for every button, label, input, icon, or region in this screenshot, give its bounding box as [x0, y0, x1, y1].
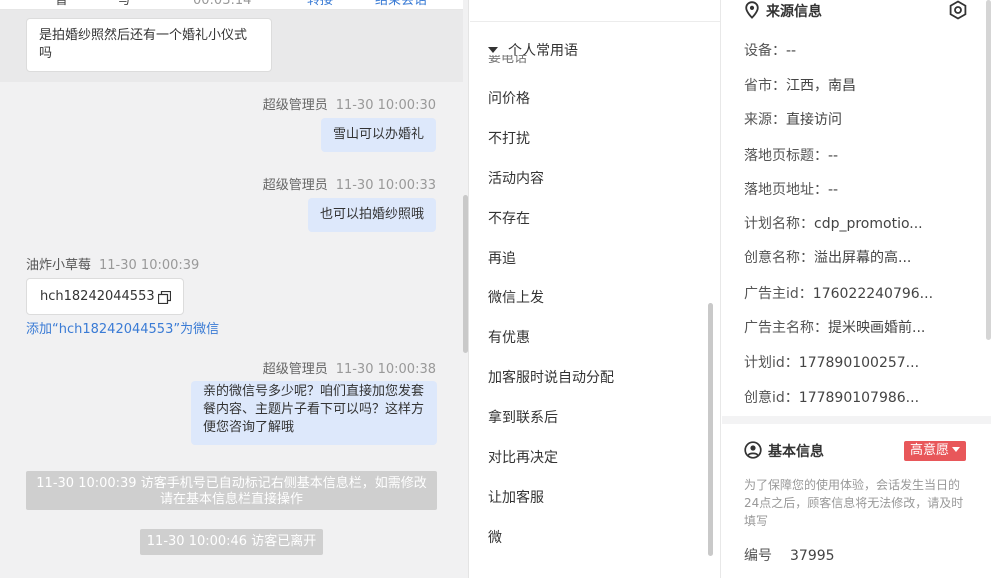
field-label: 落地页地址： [744, 182, 828, 198]
phrase-item[interactable]: 要电话 [488, 55, 527, 65]
field-value: 37995 [790, 548, 835, 564]
toolbar-item[interactable]: 写 [118, 0, 131, 8]
field-label: 广告主名称： [744, 320, 828, 336]
toolbar-item[interactable]: 冒 [55, 0, 68, 8]
source-info-header: 来源信息 [744, 1, 822, 21]
agent-message-bubble: 雪山可以办婚礼 [320, 118, 436, 152]
location-pin-icon [745, 1, 759, 19]
creative-id: 创意id：177890107986... [744, 387, 919, 407]
phrase-item[interactable]: 不打扰 [488, 129, 708, 169]
field-value: 直接访问 [786, 112, 842, 128]
field-value: cdp_promotio... [814, 216, 923, 232]
source-info-title: 来源信息 [766, 4, 822, 20]
phrase-item[interactable]: 不存在 [488, 209, 708, 249]
phrase-item[interactable]: 微 [488, 528, 708, 568]
phrase-list: 问价格 不打扰 活动内容 不存在 再追 微信上发 有优惠 加客服时说自动分配 拿… [488, 89, 708, 568]
copy-icon[interactable] [157, 291, 171, 304]
intent-level-dropdown[interactable]: 高意愿 [904, 441, 967, 461]
source-region: 省市：江西，南昌 [744, 75, 856, 95]
system-notice: 11-30 10:00:39 访客手机号已自动标记右侧基本信息栏，如需修改请在基… [26, 471, 437, 510]
advertiser-id: 广告主id：176022240796... [744, 283, 933, 303]
session-timer: 00:03:14 [193, 0, 252, 8]
sender-name: 超级管理员 [262, 98, 328, 113]
system-notice: 11-30 10:00:46 访客已离开 [140, 529, 323, 555]
advertiser-name: 广告主名称：提米映画婚前... [744, 317, 925, 337]
session-toolbar: 冒 写 00:03:14 转接 结束会话 [0, 0, 463, 10]
basic-info-title: 基本信息 [768, 444, 824, 460]
agent-message-bubble: 亲的微信号多少呢？咱们直接加您发套餐内容、主题片子看下可以吗？这样方便您咨询了解… [191, 381, 437, 445]
field-value: 177890107986... [798, 390, 920, 406]
message-time: 11-30 10:00:38 [335, 362, 436, 377]
caret-down-icon [488, 47, 498, 53]
field-value: -- [828, 182, 839, 198]
plan-id: 计划id：177890100257... [744, 352, 919, 372]
field-label: 省市： [744, 78, 786, 94]
field-value: -- [786, 43, 797, 59]
phrase-item[interactable]: 问价格 [488, 89, 708, 129]
phrase-item[interactable]: 对比再决定 [488, 448, 708, 488]
plan-name: 计划名称：cdp_promotio... [744, 213, 923, 233]
field-value: 177890100257... [798, 355, 920, 371]
edit-deadline-hint: 为了保障您的使用体验，会话发生当日的24点之后，顾客信息将无法修改，请及时填写 [744, 478, 964, 528]
field-label: 落地页标题： [744, 148, 828, 164]
landing-page-url: 落地页地址：-- [744, 179, 838, 199]
chat-panel: 冒 写 00:03:14 转接 结束会话 是拍婚纱照然后还有一个婚礼小仪式吗 超… [0, 0, 469, 578]
section-divider [722, 416, 991, 424]
field-label: 创意id： [744, 390, 799, 406]
add-wechat-link[interactable]: 添加“hch18242044553”为微信 [26, 318, 219, 337]
phrases-header [470, 0, 720, 22]
field-label: 计划名称： [744, 216, 814, 232]
message-meta: 超级管理员 11-30 10:00:30 [263, 94, 436, 113]
phrase-item-label: 要电话 [488, 55, 528, 65]
chat-scrollbar[interactable] [463, 195, 468, 353]
message-meta: 油炸小草莓 11-30 10:00:39 [26, 254, 199, 273]
field-value: 江西，南昌 [786, 78, 856, 94]
landing-page-title: 落地页标题：-- [744, 145, 838, 165]
phrase-item[interactable]: 有优惠 [488, 328, 708, 368]
message-time: 11-30 10:00:33 [335, 178, 436, 193]
user-circle-icon [744, 441, 762, 459]
phrases-panel: 个人常用语 要电话 问价格 不打扰 活动内容 不存在 再追 微信上发 有优惠 加… [470, 0, 721, 578]
message-time: 11-30 10:00:30 [335, 98, 436, 113]
message-meta: 超级管理员 11-30 10:00:33 [263, 174, 436, 193]
info-scrollbar[interactable] [986, 0, 991, 340]
phrase-item[interactable]: 拿到联系后 [488, 408, 708, 448]
source-device: 设备：-- [744, 40, 796, 60]
field-label: 广告主id： [744, 286, 813, 302]
visitor-number: 编号 37995 [744, 545, 835, 565]
phrases-scrollbar[interactable] [708, 303, 713, 556]
phrase-item[interactable]: 加客服时说自动分配 [488, 368, 708, 408]
gear-icon[interactable] [948, 0, 968, 20]
field-value: 提米映画婚前... [828, 320, 926, 336]
phrase-item[interactable]: 微信上发 [488, 288, 708, 328]
phrase-item[interactable]: 再追 [488, 249, 708, 289]
intent-level-label: 高意愿 [910, 443, 950, 458]
message-meta: 超级管理员 11-30 10:00:38 [263, 358, 436, 377]
field-label: 计划id： [744, 355, 799, 371]
visitor-message-bubble: 是拍婚纱照然后还有一个婚礼小仪式吗 [26, 18, 272, 72]
phrase-item[interactable]: 活动内容 [488, 169, 708, 209]
end-session-button[interactable]: 结束会话 [375, 0, 427, 8]
sender-name: 超级管理员 [262, 362, 328, 377]
transfer-button[interactable]: 转接 [307, 0, 333, 8]
field-value: -- [828, 148, 839, 164]
field-label: 编号 [744, 548, 772, 564]
field-label: 来源： [744, 112, 786, 128]
agent-message-bubble: 也可以拍婚纱照哦 [307, 198, 436, 232]
field-label: 设备： [744, 43, 786, 59]
sender-name: 油炸小草莓 [26, 258, 92, 273]
message-text: hch18242044553 [40, 289, 155, 304]
basic-info-header: 基本信息 [744, 441, 824, 461]
message-time: 11-30 10:00:39 [99, 258, 200, 273]
field-label: 创意名称： [744, 250, 814, 266]
field-value: 溢出屏幕的高... [814, 250, 912, 266]
visitor-info-panel: 来源信息 设备：-- 省市：江西，南昌 来源：直接访问 落地页标题：-- 落地页… [722, 0, 991, 578]
sender-name: 超级管理员 [262, 178, 328, 193]
creative-name: 创意名称：溢出屏幕的高... [744, 247, 911, 267]
field-value: 176022240796... [812, 286, 934, 302]
phrase-item[interactable]: 让加客服 [488, 488, 708, 528]
source-channel: 来源：直接访问 [744, 109, 842, 129]
visitor-message-bubble: hch18242044553 [26, 278, 184, 315]
caret-down-icon [952, 447, 961, 452]
